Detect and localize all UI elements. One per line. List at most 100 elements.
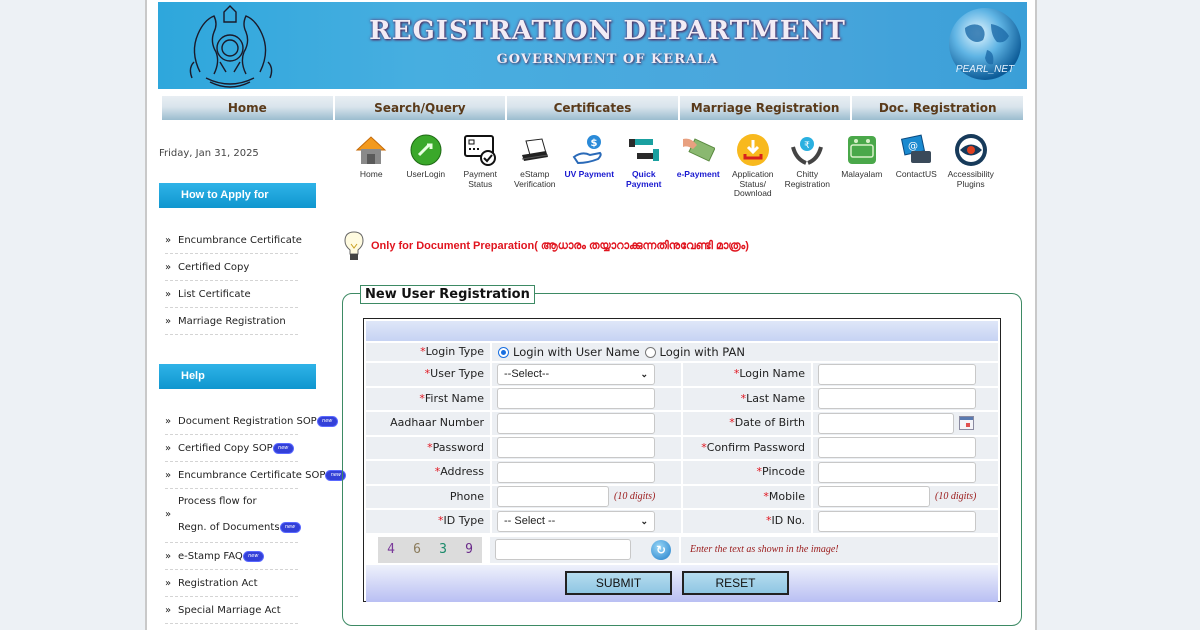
sidebar-item-registration-act[interactable]: » Registration Act bbox=[165, 570, 298, 597]
sidebar-item-encumbrance-certificate[interactable]: » Encumbrance Certificate bbox=[165, 227, 302, 254]
contact-phone-icon: @ bbox=[901, 134, 932, 163]
sidebar-item-label: Document Registration SOP bbox=[178, 416, 317, 427]
nav-doc-registration[interactable]: Doc. Registration bbox=[852, 96, 1023, 120]
quick-link-payment-status[interactable]: Payment Status bbox=[453, 133, 508, 199]
page-container: REGISTRATION DEPARTMENT GOVERNMENT OF KE… bbox=[145, 0, 1037, 630]
sidebar-item-label-line2: Regn. of Documents bbox=[178, 522, 280, 533]
pincode-input[interactable] bbox=[818, 461, 976, 483]
label-text: User Type bbox=[430, 367, 484, 380]
cell bbox=[813, 412, 998, 435]
quick-link-uv-payment[interactable]: $ UV Payment bbox=[562, 133, 617, 199]
quick-link-home[interactable]: Home bbox=[344, 133, 399, 199]
form-row: *Password *Confirm Password bbox=[366, 436, 998, 459]
label-text: Confirm Password bbox=[706, 440, 805, 454]
cell bbox=[492, 436, 681, 459]
sidebar-item-special-marriage-act[interactable]: » Special Marriage Act bbox=[165, 597, 298, 624]
label-text: Mobile bbox=[768, 489, 805, 503]
bullet-icon: » bbox=[165, 416, 172, 427]
sidebar-item-certified-copy-sop[interactable]: » Certified Copy SOP new bbox=[165, 435, 298, 462]
login-name-label: *Login Name bbox=[683, 363, 811, 386]
quick-link-quick-payment[interactable]: Quick Payment bbox=[617, 133, 672, 199]
label-text: Pincode bbox=[762, 465, 805, 478]
chevron-down-icon: ⌄ bbox=[640, 515, 648, 526]
sidebar-item-encumbrance-certificate-sop[interactable]: » Encumbrance Certificate SOP new bbox=[165, 462, 346, 489]
address-input[interactable] bbox=[497, 461, 655, 483]
quick-link-malayalam[interactable]: Malayalam bbox=[835, 133, 890, 199]
calendar-icon[interactable] bbox=[959, 416, 974, 431]
payment-card-icon bbox=[464, 135, 497, 166]
login-with-username-radio[interactable] bbox=[498, 346, 509, 358]
cell bbox=[813, 436, 998, 459]
reset-button[interactable]: RESET bbox=[682, 571, 789, 595]
quick-link-label: UV Payment bbox=[564, 169, 615, 179]
bullet-icon: » bbox=[165, 470, 172, 481]
password-label: *Password bbox=[366, 436, 490, 459]
password-input[interactable] bbox=[497, 437, 655, 459]
quick-link-chitty-registration[interactable]: ₹ Chitty Registration bbox=[780, 133, 835, 199]
svg-text:@: @ bbox=[908, 141, 918, 152]
captcha-hint: Enter the text as shown in the image! bbox=[681, 536, 998, 563]
sidebar-item-label: Process flow for bbox=[178, 496, 257, 507]
select-value: -- Select -- bbox=[504, 514, 556, 527]
sidebar-item-label: Certified Copy SOP bbox=[178, 443, 273, 454]
label-text: Password bbox=[432, 440, 484, 454]
dob-input[interactable] bbox=[818, 412, 954, 434]
label-text: ID Type bbox=[443, 514, 484, 527]
confirm-password-input[interactable] bbox=[818, 437, 976, 459]
bullet-icon: » bbox=[165, 262, 172, 273]
last-name-input[interactable] bbox=[818, 388, 976, 410]
first-name-input[interactable] bbox=[497, 388, 655, 410]
quick-link-label: Home bbox=[359, 169, 383, 179]
quick-link-accessibility-plugins[interactable]: Accessibility Plugins bbox=[944, 133, 999, 199]
sidebar-item-label: Encumbrance Certificate bbox=[178, 235, 302, 246]
login-with-pan-radio[interactable] bbox=[644, 346, 656, 358]
nav-search-query[interactable]: Search/Query bbox=[334, 96, 508, 120]
mobile-input[interactable] bbox=[818, 486, 930, 508]
notice-text: Only for Document Preparation( ആധാരം തയ്… bbox=[371, 239, 749, 252]
form-row: Aadhaar Number *Date of Birth bbox=[366, 412, 998, 435]
cell: ↻ bbox=[490, 536, 679, 563]
quick-link-label: e-Payment bbox=[676, 169, 720, 179]
phone-input[interactable] bbox=[497, 486, 609, 508]
submit-button[interactable]: SUBMIT bbox=[565, 571, 672, 595]
login-name-input[interactable] bbox=[818, 363, 976, 385]
phone-hint: (10 digits) bbox=[614, 491, 656, 503]
label-text: Address bbox=[440, 465, 484, 478]
quick-link-application-status[interactable]: Application Status/ Download bbox=[726, 133, 781, 199]
refresh-captcha-icon[interactable]: ↻ bbox=[651, 539, 671, 560]
cash-transfer-icon bbox=[628, 139, 659, 161]
quick-link-e-payment[interactable]: e-Payment bbox=[671, 133, 726, 199]
sidebar-item-document-registration-sop[interactable]: » Document Registration SOP new bbox=[165, 408, 337, 435]
stamp-paper-icon bbox=[521, 138, 548, 161]
site-title: REGISTRATION DEPARTMENT bbox=[369, 16, 846, 46]
quick-link-label: Malayalam bbox=[841, 169, 883, 179]
quick-link-estamp-verification[interactable]: eStamp Verification bbox=[508, 133, 563, 199]
quick-link-userlogin[interactable]: UserLogin bbox=[399, 133, 454, 199]
sidebar-item-estamp-faq[interactable]: » e-Stamp FAQ new bbox=[165, 543, 298, 570]
bullet-icon: » bbox=[165, 289, 172, 300]
id-no-input[interactable] bbox=[818, 510, 976, 532]
captcha-input[interactable] bbox=[495, 539, 631, 560]
sidebar-item-process-flow[interactable]: » Process flow for Regn. of Documents new bbox=[165, 489, 300, 543]
id-type-select[interactable]: -- Select -- ⌄ bbox=[497, 510, 655, 532]
bullet-icon: » bbox=[165, 235, 172, 246]
cell bbox=[813, 363, 998, 386]
svg-text:$: $ bbox=[591, 138, 598, 149]
nav-marriage-registration[interactable]: Marriage Registration bbox=[679, 96, 853, 120]
sidebar-item-label: Special Marriage Act bbox=[178, 605, 281, 616]
sidebar-item-label: Certified Copy bbox=[178, 262, 250, 273]
sidebar-item-list-certificate[interactable]: » List Certificate bbox=[165, 281, 298, 308]
download-icon bbox=[736, 134, 769, 166]
key-icon bbox=[410, 134, 442, 166]
login-type-options: Login with User Name Login with PAN bbox=[492, 343, 998, 361]
sidebar-item-marriage-registration[interactable]: » Marriage Registration bbox=[165, 308, 298, 335]
nav-home[interactable]: Home bbox=[162, 96, 335, 120]
nav-certificates[interactable]: Certificates bbox=[507, 96, 680, 120]
quick-link-contactus[interactable]: @ ContactUS bbox=[889, 133, 944, 199]
confirm-password-label: *Confirm Password bbox=[683, 436, 811, 459]
aadhaar-label: Aadhaar Number bbox=[366, 412, 490, 435]
user-type-select[interactable]: --Select-- ⌄ bbox=[497, 363, 655, 385]
pearl-net-globe-icon: PEARL_NET bbox=[949, 8, 1021, 80]
aadhaar-input[interactable] bbox=[497, 412, 655, 434]
sidebar-item-certified-copy[interactable]: » Certified Copy bbox=[165, 254, 298, 281]
